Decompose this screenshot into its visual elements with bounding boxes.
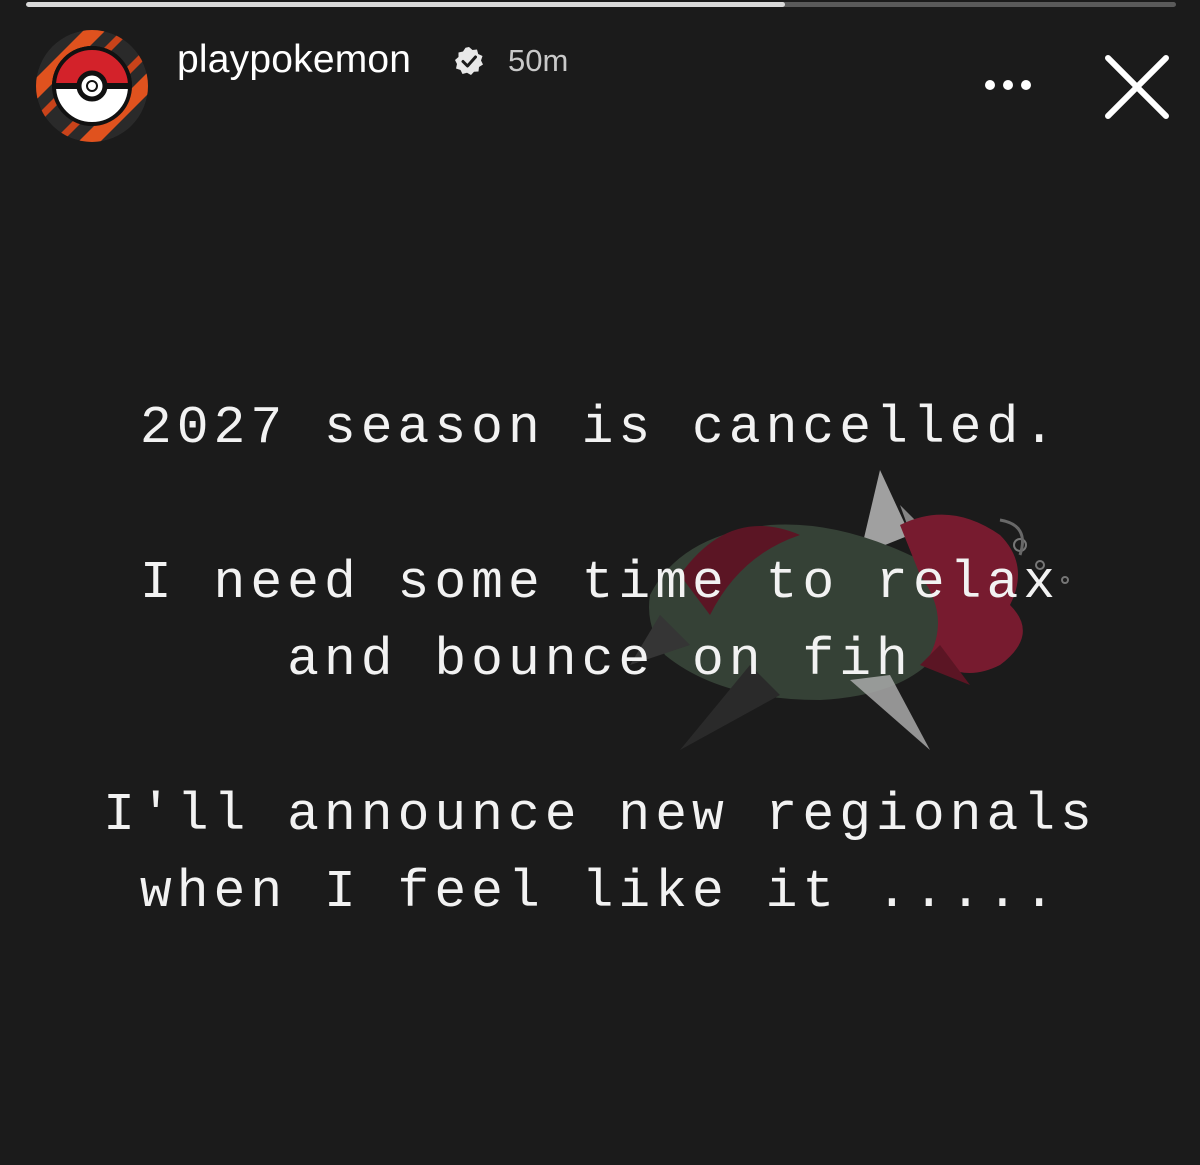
message-line-3: and bounce on fih — [287, 630, 913, 690]
story-viewer[interactable]: playpokemon 50m 2027 season is cancelled… — [0, 0, 1200, 1165]
message-line-4: I'll announce new regionals — [103, 785, 1097, 845]
message-line-5: when I feel like it ..... — [139, 862, 1061, 922]
profile-avatar[interactable] — [36, 30, 148, 142]
story-progress-fill — [26, 2, 785, 7]
username[interactable]: playpokemon — [177, 38, 411, 82]
post-timestamp: 50m — [508, 43, 569, 78]
message-line-1: 2027 season is cancelled. — [139, 398, 1061, 458]
story-progress-bar — [26, 2, 1176, 7]
message-line-2: I need some time to relax — [139, 553, 1061, 613]
verified-badge-icon — [455, 47, 483, 75]
pokemon-artwork-icon — [630, 470, 1069, 750]
close-icon[interactable] — [1103, 53, 1171, 121]
pokeball-logo-icon — [36, 30, 148, 142]
more-options-icon[interactable] — [980, 70, 1036, 100]
